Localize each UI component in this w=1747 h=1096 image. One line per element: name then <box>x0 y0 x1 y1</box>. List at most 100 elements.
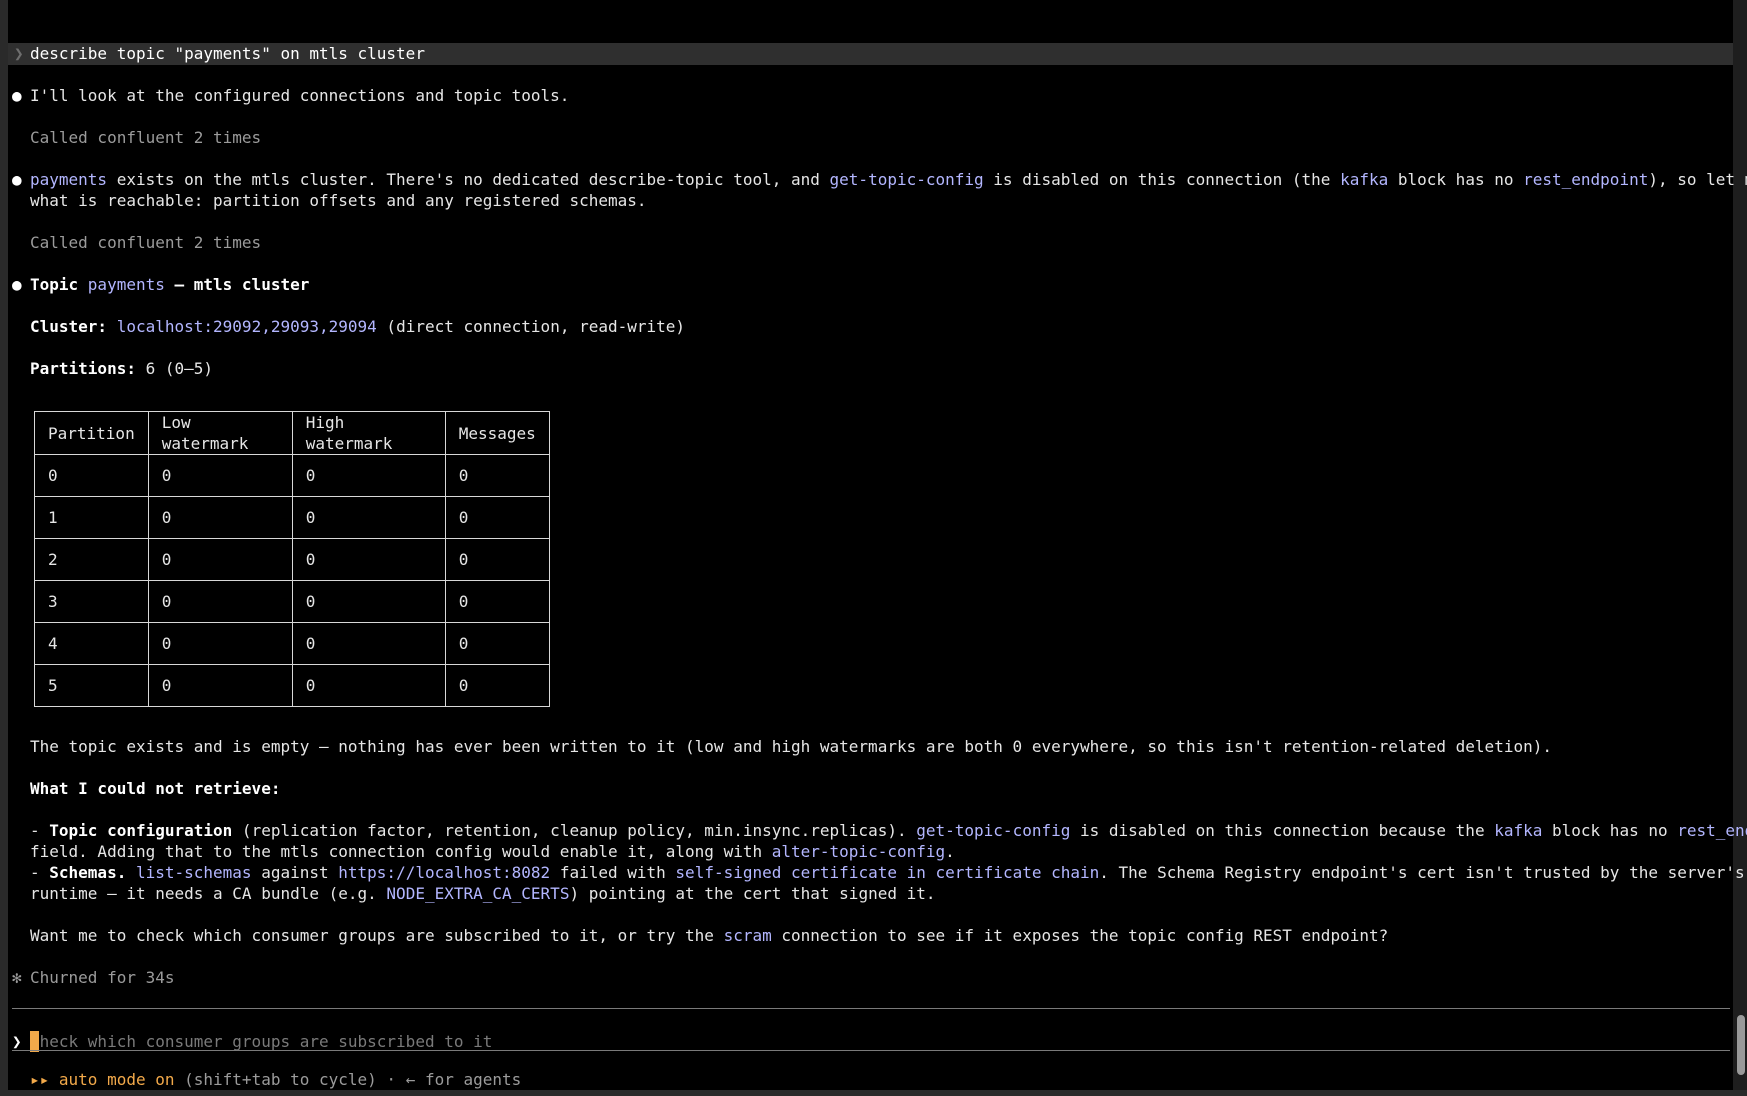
text: against <box>251 863 339 882</box>
user-prompt-text: describe topic "payments" on mtls cluste… <box>30 44 425 63</box>
text-cursor <box>30 1031 39 1052</box>
table-cell: 1 <box>34 496 149 539</box>
table-cell: 0 <box>147 454 293 497</box>
text: 6 (0–5) <box>135 359 214 378</box>
table-cell: 0 <box>147 496 293 539</box>
table-cell: 0 <box>291 664 446 707</box>
fast-forward-icon: ▸▸ <box>30 1070 50 1089</box>
list-item: - Topic configuration (replication facto… <box>30 820 1747 841</box>
assistant-message-line: what is reachable: partition offsets and… <box>30 191 647 210</box>
table-cell: 5 <box>34 664 149 707</box>
table-cell: 4 <box>34 622 149 665</box>
column-header: Low watermark <box>147 411 293 455</box>
table-cell: 0 <box>291 580 446 623</box>
text: - <box>30 863 50 882</box>
assistant-message: I'll look at the configured connections … <box>30 86 570 105</box>
table-cell: 0 <box>444 538 550 581</box>
table-cell: 0 <box>444 664 550 707</box>
list-item: - Schemas. list-schemas against https://… <box>30 862 1747 883</box>
text: . <box>945 842 955 861</box>
partitions-table: Partition Low watermark High watermark M… <box>34 411 550 707</box>
code-ref: NODE_EXTRA_CA_CERTS <box>386 884 570 903</box>
assistant-message: payments exists on the mtls cluster. The… <box>30 169 1747 190</box>
code-ref: list-schemas <box>135 863 252 882</box>
text <box>126 863 136 882</box>
tool-call-summary[interactable]: Called confluent 2 times <box>30 232 261 253</box>
code-ref: kafka <box>1340 170 1389 189</box>
text: — mtls cluster <box>164 275 310 294</box>
table-header-row: Partition Low watermark High watermark M… <box>34 411 550 455</box>
spinner-star-icon: ✻ <box>12 968 22 987</box>
label: Partitions: <box>30 359 136 378</box>
column-header: Partition <box>34 411 149 455</box>
not-retrieved-heading: What I could not retrieve: <box>30 779 281 798</box>
link[interactable]: https://localhost:8082 <box>338 863 550 882</box>
table-cell: 0 <box>444 454 550 497</box>
window-frame-left <box>0 0 8 1096</box>
text: exists on the mtls cluster. There's no d… <box>107 170 830 189</box>
code-ref: payments <box>87 275 165 294</box>
column-header: Messages <box>444 411 550 455</box>
bullet-icon: ● <box>12 170 22 189</box>
topic-heading: Topic payments — mtls cluster <box>30 274 309 295</box>
text: connection to see if it exposes the topi… <box>771 926 1389 945</box>
text: field. Adding that to the mtls connectio… <box>30 842 772 861</box>
text: . The Schema Registry endpoint's cert is… <box>1099 863 1747 882</box>
prompt-input[interactable]: check which consumer groups are subscrib… <box>30 1031 492 1052</box>
table-cell: 0 <box>147 580 293 623</box>
table-cell: 0 <box>147 538 293 581</box>
status-text: Churned for 34s <box>30 968 175 987</box>
table-cell: 0 <box>291 622 446 665</box>
table-row: 3 0 0 0 <box>34 580 550 623</box>
scrollbar-track[interactable] <box>1733 0 1747 1096</box>
table-row: 1 0 0 0 <box>34 496 550 539</box>
table-row: 5 0 0 0 <box>34 664 550 707</box>
tool-call-summary[interactable]: Called confluent 2 times <box>30 127 261 148</box>
user-prompt-row: ❯ describe topic "payments" on mtls clus… <box>8 43 1733 65</box>
code-ref: alter-topic-config <box>771 842 946 861</box>
label: Topic configuration <box>49 821 233 840</box>
mode-status-bar[interactable]: ▸▸ auto mode on (shift+tab to cycle) · ←… <box>30 1069 521 1090</box>
table-cell: 3 <box>34 580 149 623</box>
prompt-caret-icon: ❯ <box>14 44 24 63</box>
code-ref: payments <box>30 170 108 189</box>
table-cell: 0 <box>147 622 293 665</box>
table-cell: 0 <box>444 622 550 665</box>
text: ), so let me gather <box>1648 170 1747 189</box>
input-caret-icon: ❯ <box>12 1032 22 1051</box>
text: is disabled on this connection because t… <box>1070 821 1495 840</box>
text: (direct connection, read-write) <box>376 317 686 336</box>
input-divider-top <box>12 1008 1730 1009</box>
table-cell: 0 <box>444 496 550 539</box>
summary-text: The topic exists and is empty — nothing … <box>30 737 1552 756</box>
label: Cluster: <box>30 317 108 336</box>
table-cell: 0 <box>444 580 550 623</box>
list-item-line: field. Adding that to the mtls connectio… <box>30 841 955 862</box>
label: Schemas. <box>49 863 127 882</box>
table-row: 0 0 0 0 <box>34 454 550 497</box>
table-cell: 0 <box>34 454 149 497</box>
code-ref: get-topic-config <box>916 821 1071 840</box>
mode-label: auto mode on <box>58 1070 175 1089</box>
partitions-line: Partitions: 6 (0–5) <box>30 358 213 379</box>
table-cell: 0 <box>147 664 293 707</box>
table-cell: 0 <box>291 538 446 581</box>
list-item-line: runtime — it needs a CA bundle (e.g. NOD… <box>30 883 936 904</box>
text: block has no <box>1388 170 1524 189</box>
code-ref: kafka <box>1494 821 1543 840</box>
table-cell: 0 <box>291 454 446 497</box>
text: is disabled on this connection (the <box>983 170 1341 189</box>
code-ref: self-signed certificate in certificate c… <box>675 863 1100 882</box>
window-frame-bottom <box>0 1090 1747 1096</box>
text: Topic <box>30 275 88 294</box>
code-ref: rest_endpoint <box>1677 821 1747 840</box>
cluster-line: Cluster: localhost:29092,29093,29094 (di… <box>30 316 685 337</box>
table-cell: 2 <box>34 538 149 581</box>
table-cell: 0 <box>291 496 446 539</box>
code-ref: rest_endpoint <box>1523 170 1649 189</box>
scrollbar-thumb[interactable] <box>1737 1015 1745 1075</box>
code-ref: localhost:29092,29093,29094 <box>116 317 377 336</box>
column-header: High watermark <box>291 411 446 455</box>
bullet-icon: ● <box>12 86 22 105</box>
text: Want me to check which consumer groups a… <box>30 926 724 945</box>
